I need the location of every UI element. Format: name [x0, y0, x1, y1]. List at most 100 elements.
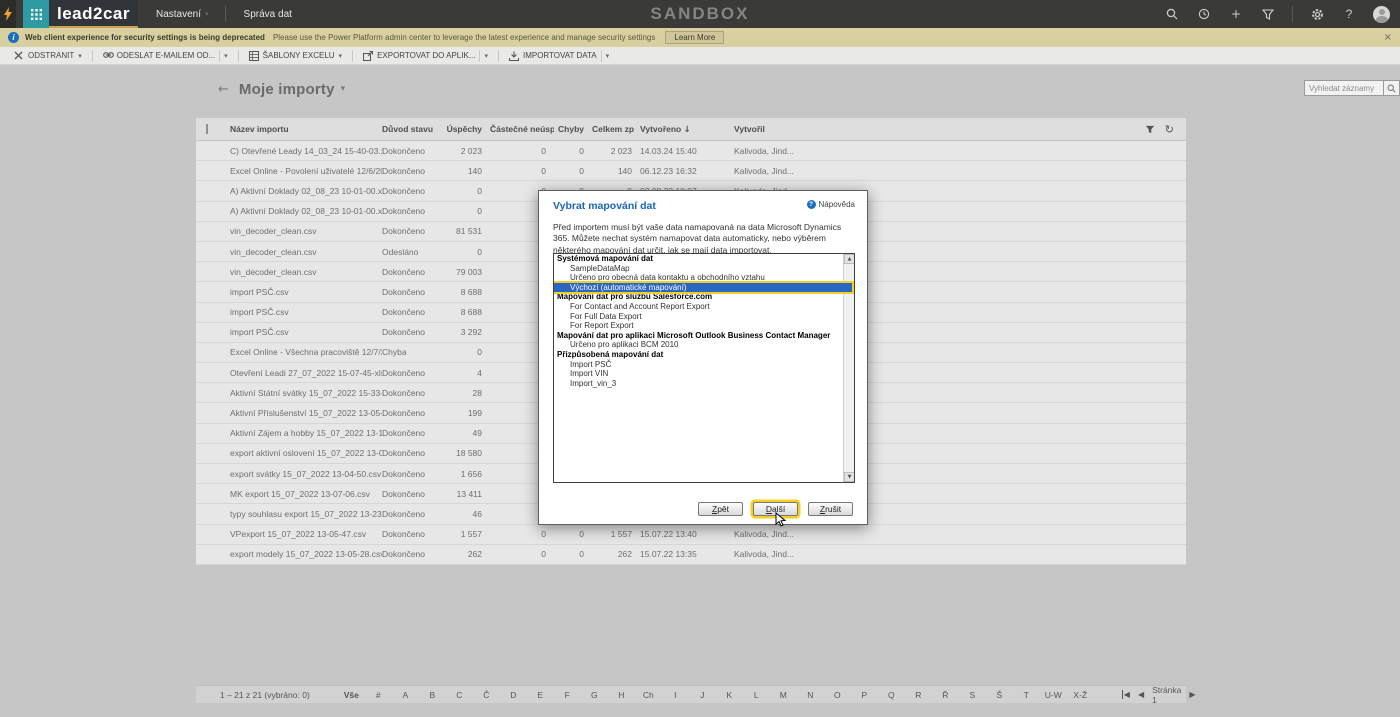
import-icon: [509, 51, 519, 61]
table-row[interactable]: C) Otevřené Leady 14_03_24 15-40-03.xlsx…: [196, 141, 1186, 161]
cell-name: import PSČ.csv: [230, 327, 382, 337]
jump-letter[interactable]: Vše: [338, 690, 365, 700]
email-link-button[interactable]: ODESLAT E-MAILEM OD... ▾: [97, 47, 234, 65]
jump-letter[interactable]: H: [608, 690, 635, 700]
jump-letter[interactable]: C: [446, 690, 473, 700]
mapping-group-header: Přizpůsobená mapování dat: [554, 350, 854, 360]
jump-letter[interactable]: T: [1013, 690, 1040, 700]
mapping-item[interactable]: For Contact and Account Report Export: [554, 302, 854, 312]
recent-history-icon[interactable]: [1196, 6, 1212, 22]
refresh-icon[interactable]: ↻: [1165, 123, 1174, 136]
banner-close-icon[interactable]: ×: [1384, 32, 1392, 43]
search-records-input[interactable]: [1304, 80, 1384, 96]
export-to-app-button[interactable]: EXPORTOVAT DO APLIK... ▾: [357, 47, 494, 65]
jump-letter[interactable]: F: [554, 690, 581, 700]
jump-letter[interactable]: Š: [986, 690, 1013, 700]
jump-letter[interactable]: R: [905, 690, 932, 700]
column-header-createdby[interactable]: Vytvořil: [734, 124, 1186, 134]
jump-letter[interactable]: B: [419, 690, 446, 700]
previous-page-icon[interactable]: ◀: [1138, 690, 1144, 699]
learn-more-button[interactable]: Learn More: [665, 31, 724, 44]
jump-letter[interactable]: O: [824, 690, 851, 700]
mapping-item[interactable]: Určeno pro obecná data kontaktu a obchod…: [554, 273, 854, 283]
settings-gear-icon[interactable]: [1309, 6, 1325, 22]
jump-letter[interactable]: #: [365, 690, 392, 700]
filter-icon[interactable]: [1260, 6, 1276, 22]
export-icon: [363, 51, 373, 61]
cell-status: Dokončeno: [382, 307, 440, 317]
cell-total: 1 557: [592, 529, 640, 539]
column-header-errors[interactable]: Chyby: [554, 124, 592, 134]
jump-letter[interactable]: N: [797, 690, 824, 700]
cell-success: 79 003: [440, 267, 490, 277]
view-selector-title[interactable]: Moje importy: [239, 81, 335, 98]
jump-letter[interactable]: M: [770, 690, 797, 700]
jump-letter[interactable]: K: [716, 690, 743, 700]
jump-letter[interactable]: G: [581, 690, 608, 700]
column-header-partial[interactable]: Částečné neúsp: [490, 124, 554, 134]
jump-letter[interactable]: J: [689, 690, 716, 700]
table-row[interactable]: Excel Online - Povolení uživatelé 12/6/2…: [196, 161, 1186, 181]
back-button[interactable]: Zpět: [698, 502, 743, 516]
jump-letter[interactable]: I: [662, 690, 689, 700]
jump-letter[interactable]: A: [392, 690, 419, 700]
column-header-status[interactable]: Důvod stavu: [382, 124, 440, 134]
app-logo[interactable]: lead2car: [49, 0, 138, 28]
nav-area-sprava-dat[interactable]: Správa dat: [244, 9, 292, 20]
back-arrow-icon[interactable]: ←: [218, 82, 229, 97]
cell-name: Excel Online - Povolení uživatelé 12/6/2…: [230, 166, 382, 176]
column-header-success[interactable]: Úspěchy: [440, 124, 490, 134]
scroll-up-icon[interactable]: ▲: [844, 254, 855, 264]
mapping-item[interactable]: Import VIN: [554, 369, 854, 379]
scroll-down-icon[interactable]: ▼: [844, 472, 855, 482]
nav-settings[interactable]: Nastavení ▾: [156, 9, 209, 20]
jump-letter[interactable]: S: [959, 690, 986, 700]
mapping-item[interactable]: SampleDataMap: [554, 264, 854, 274]
next-page-icon[interactable]: ▶: [1189, 690, 1195, 699]
checkbox-icon[interactable]: [206, 124, 208, 134]
mapping-item[interactable]: Výchozí (automatické mapování): [554, 283, 852, 293]
jump-letter[interactable]: X-Ž: [1067, 690, 1094, 700]
mapping-item[interactable]: For Report Export: [554, 321, 854, 331]
dialog-description: Před importem musí být vaše data namapov…: [553, 222, 853, 256]
excel-templates-button[interactable]: ŠABLONY EXCELU ▾: [243, 47, 348, 65]
help-icon[interactable]: ?: [1341, 6, 1357, 22]
jump-letter[interactable]: P: [851, 690, 878, 700]
cell-created: 06.12.23 16:32: [640, 166, 734, 176]
jump-letter[interactable]: Q: [878, 690, 905, 700]
jump-letter[interactable]: L: [743, 690, 770, 700]
column-filter-icon[interactable]: [1145, 125, 1155, 134]
topbar-divider: [225, 6, 226, 22]
mapping-item[interactable]: Import PSČ: [554, 360, 854, 370]
column-header-name[interactable]: Název importu: [230, 124, 382, 134]
delete-button[interactable]: ODSTRANIT ▾: [8, 47, 88, 65]
search-submit-icon[interactable]: [1384, 80, 1400, 96]
import-data-button[interactable]: IMPORTOVAT DATA ▾: [503, 47, 615, 65]
app-launcher-waffle-icon[interactable]: [23, 0, 49, 28]
cancel-button[interactable]: Zrušit: [808, 502, 853, 516]
jump-letter[interactable]: Č: [473, 690, 500, 700]
table-row[interactable]: VPexport 15_07_2022 13-05-47.csvDokončen…: [196, 525, 1186, 545]
jump-letter[interactable]: U-W: [1040, 690, 1067, 700]
jump-letter[interactable]: E: [527, 690, 554, 700]
cell-name: export svátky 15_07_2022 13-04-50.csv: [230, 469, 382, 479]
cell-success: 0: [440, 247, 490, 257]
user-avatar[interactable]: [1373, 6, 1390, 23]
mapping-item[interactable]: Určeno pro aplikaci BCM 2010: [554, 340, 854, 350]
first-page-icon[interactable]: ◀: [1122, 690, 1130, 699]
column-header-created[interactable]: Vytvořeno ↓: [640, 124, 734, 135]
jump-letter[interactable]: Ř: [932, 690, 959, 700]
jump-letter[interactable]: Ch: [635, 690, 662, 700]
mapping-item[interactable]: Import_vin_3: [554, 379, 854, 389]
select-all-checkbox[interactable]: [196, 124, 230, 134]
view-selector-chevron-icon[interactable]: ▾: [341, 84, 346, 94]
search-icon[interactable]: [1164, 6, 1180, 22]
dialog-help-link[interactable]: ? Nápověda: [807, 200, 855, 209]
create-new-plus-icon[interactable]: +: [1228, 6, 1244, 22]
mapping-item[interactable]: For Full Data Export: [554, 312, 854, 322]
cell-name: Otevření Leadi 27_07_2022 15-07-45-xlsx.…: [230, 368, 382, 378]
jump-letter[interactable]: D: [500, 690, 527, 700]
next-button[interactable]: Další: [753, 502, 798, 516]
table-row[interactable]: export modely 15_07_2022 13-05-28.csvDok…: [196, 545, 1186, 565]
column-header-total[interactable]: Celkem zp: [592, 124, 640, 134]
